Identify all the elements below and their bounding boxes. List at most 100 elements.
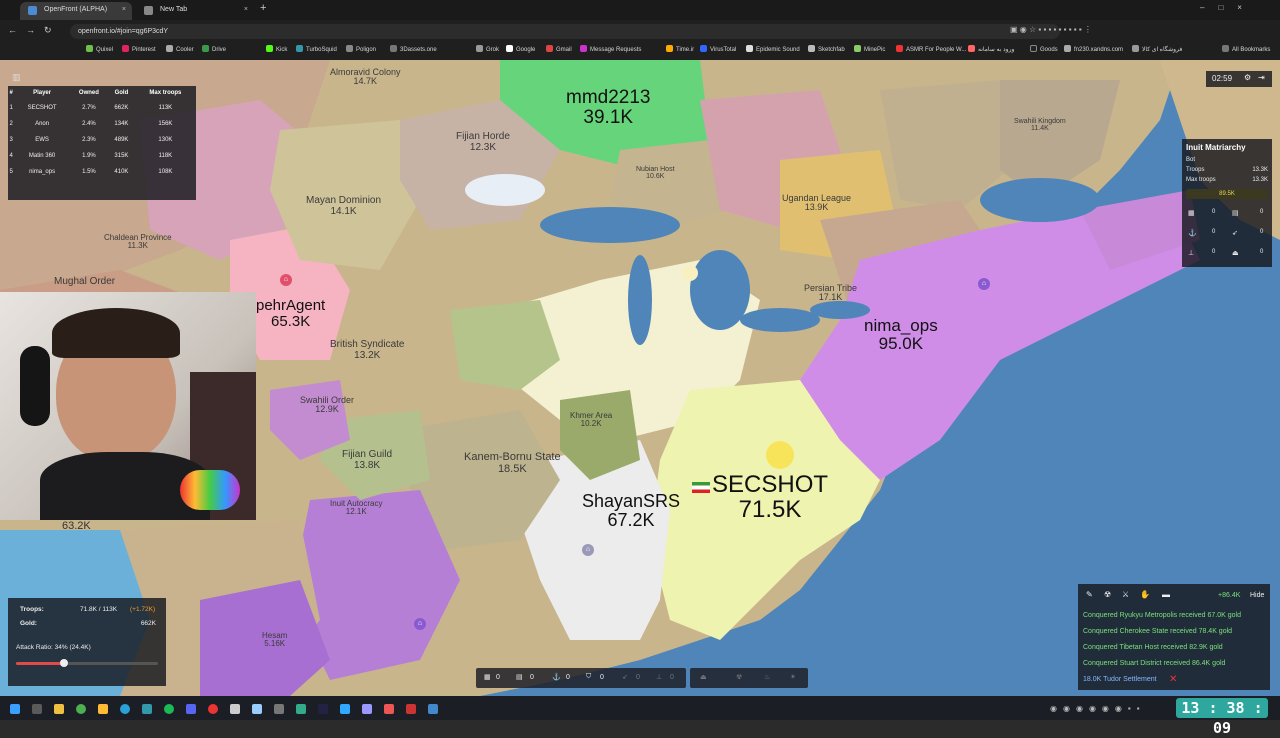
bookmark-item[interactable]: Pinterest [122, 44, 156, 56]
photoshop-icon[interactable] [340, 704, 350, 714]
bookmark-item[interactable]: Time.ir [666, 44, 694, 56]
atom-bomb-icon[interactable]: ☢ [736, 673, 742, 681]
app-icon[interactable] [98, 704, 108, 714]
tab-new[interactable]: New Tab × [136, 2, 254, 20]
file-explorer-icon[interactable] [54, 704, 64, 714]
bookmark-item[interactable]: فروشگاه ای کالا [1132, 44, 1182, 56]
app-icon[interactable] [252, 704, 262, 714]
territory-label[interactable]: British Syndicate 13.2K [330, 339, 404, 361]
app-icon[interactable] [230, 704, 240, 714]
bookmark-item[interactable]: VirusTotal [700, 44, 736, 56]
address-bar[interactable]: openfront.io/#join=qg6P3cdY [70, 24, 1060, 39]
windows-start-icon[interactable] [10, 704, 20, 714]
attack-ratio-slider[interactable] [16, 659, 158, 667]
alliance-filter-icon[interactable]: ✋ [1140, 590, 1150, 599]
hydrogen-bomb-icon[interactable]: ♨ [764, 673, 770, 681]
telegram-icon[interactable] [120, 704, 130, 714]
col-max-troops[interactable]: Max troops [135, 86, 196, 100]
hide-button[interactable]: Hide [1250, 592, 1264, 599]
col-gold[interactable]: Gold [108, 86, 135, 100]
bookmark-item[interactable]: Goods [1030, 44, 1058, 56]
app-icon[interactable] [208, 704, 218, 714]
system-tray-icons[interactable]: ◉◉◉◉◉◉▪▪ [1050, 704, 1146, 713]
table-row[interactable]: 5 nima_ops 1.5% 410K 108K [8, 164, 196, 180]
event-message[interactable]: 18.0K Tudor Settlement [1083, 676, 1157, 683]
spotify-icon[interactable] [164, 704, 174, 714]
pencil-icon[interactable]: ✎ [1086, 590, 1093, 599]
reload-icon[interactable]: ↻ [44, 25, 52, 36]
player-label-secshot[interactable]: SECSHOT 71.5K [712, 472, 828, 522]
close-tab-icon[interactable]: × [244, 2, 248, 18]
app-icon[interactable] [142, 704, 152, 714]
app-icon[interactable] [274, 704, 284, 714]
table-row[interactable]: 4 Matin 360 1.9% 315K 118K [8, 148, 196, 164]
territory-label[interactable]: Kanem-Bornu State 18.5K [464, 451, 561, 475]
territory-label[interactable]: Almoravid Colony 14.7K [330, 67, 401, 87]
bookmark-item[interactable]: ورود به سامانه [968, 44, 1014, 56]
bookmark-item[interactable]: Grok [476, 44, 499, 56]
new-tab-plus-icon[interactable]: + [260, 2, 266, 14]
table-row[interactable]: 1 SECSHOT 2.7% 662K 113K [8, 100, 196, 116]
bookmark-item[interactable]: Gmail [546, 44, 572, 56]
bookmark-item[interactable]: Drive [202, 44, 226, 56]
port-build-icon[interactable]: ⚓ [552, 673, 561, 681]
city-icon[interactable]: ⌂ [582, 544, 594, 556]
discord-icon[interactable] [186, 704, 196, 714]
app-icon[interactable] [384, 704, 394, 714]
territory-label[interactable]: Mughal Order [54, 276, 115, 288]
bookmark-item[interactable]: Quixel [86, 44, 113, 56]
city-icon[interactable]: ⌂ [978, 278, 990, 290]
after-effects-icon[interactable] [318, 704, 328, 714]
col-owned[interactable]: Owned [70, 86, 108, 100]
warship-icon[interactable]: ⏏ [700, 673, 707, 681]
chrome-icon[interactable] [76, 704, 86, 714]
window-controls[interactable]: –□× [1200, 3, 1256, 12]
territory-label[interactable]: Persian Tribe 17.1K [804, 283, 857, 303]
bookmark-item[interactable]: Google [506, 44, 535, 56]
bookmark-item[interactable]: ASMR For People W... [896, 44, 966, 56]
player-label-shayansrs[interactable]: ShayanSRS 67.2K [582, 492, 680, 530]
tab-openfront[interactable]: OpenFront (ALPHA) × [20, 2, 132, 20]
city-icon[interactable]: ⌂ [414, 618, 426, 630]
bookmark-item[interactable]: MinePic [854, 44, 885, 56]
player-label-mmd2213[interactable]: mmd2213 39.1K [566, 88, 651, 128]
settings-gear-icon[interactable]: ⚙ [1244, 73, 1251, 82]
sam-launcher-icon[interactable]: ⊥ [656, 673, 662, 681]
territory-label[interactable]: Ugandan League 13.9K [782, 193, 851, 213]
defense-post-icon[interactable]: ⛉ [586, 673, 591, 681]
search-icon[interactable] [32, 704, 42, 714]
app-icon[interactable] [428, 704, 438, 714]
bookmark-item[interactable]: TurboSquid [296, 44, 337, 56]
territory-label[interactable]: Nubian Host 10.6K [636, 166, 675, 181]
table-row[interactable]: 2 Anon 2.4% 134K 156K [8, 116, 196, 132]
bookmark-item[interactable]: Epidemic Sound [746, 44, 800, 56]
attack-ratio-handle[interactable] [60, 659, 69, 667]
premiere-icon[interactable] [362, 704, 372, 714]
close-tab-icon[interactable]: × [122, 2, 126, 18]
bookmark-item[interactable]: Sketchfab [808, 44, 845, 56]
city-build-icon[interactable]: ▦ [484, 673, 491, 681]
bookmark-item[interactable]: 3Dassets.one [390, 44, 437, 56]
player-label-pehragent[interactable]: pehrAgent 65.3K [256, 298, 325, 330]
territory-label[interactable]: Khmer Area 10.2K [570, 411, 612, 429]
bookmark-item[interactable]: Poligon [346, 44, 376, 56]
bookmark-item[interactable]: All Bookmarks [1222, 44, 1270, 56]
territory-label[interactable]: Swahili Kingdom 11.4K [1014, 118, 1066, 133]
mirv-icon[interactable]: ✶ [790, 673, 796, 681]
leaderboard-toggle-icon[interactable]: ▥ [12, 72, 21, 83]
bookmark-item[interactable]: Message Requests [580, 44, 641, 56]
app-icon[interactable] [296, 704, 306, 714]
extensions-icons[interactable]: ▣ ◉ ☆ ▪ ▪ ▪ ▪ ▪ ▪ ▪ ▪ ▪ ⋮ [1010, 25, 1092, 34]
territory-label[interactable]: Hesam 5.16K [262, 631, 287, 649]
forward-arrow-icon[interactable]: → [26, 25, 35, 35]
table-row[interactable]: 3 EWS 2.3% 489K 130K [8, 132, 196, 148]
close-icon[interactable]: ✕ [1169, 674, 1177, 685]
bookmark-item[interactable]: Kick [266, 44, 287, 56]
territory-label[interactable]: Mayan Dominion 14.1K [306, 195, 381, 217]
territory-label[interactable]: Fijian Guild 13.8K [342, 449, 392, 471]
territory-label[interactable]: Fijian Horde 12.3K [456, 131, 510, 153]
exit-icon[interactable]: ⇥ [1258, 73, 1265, 82]
territory-label[interactable]: Swahili Order 12.9K [300, 395, 354, 415]
app-icon[interactable] [406, 704, 416, 714]
attack-filter-icon[interactable]: ⚔ [1122, 590, 1129, 599]
